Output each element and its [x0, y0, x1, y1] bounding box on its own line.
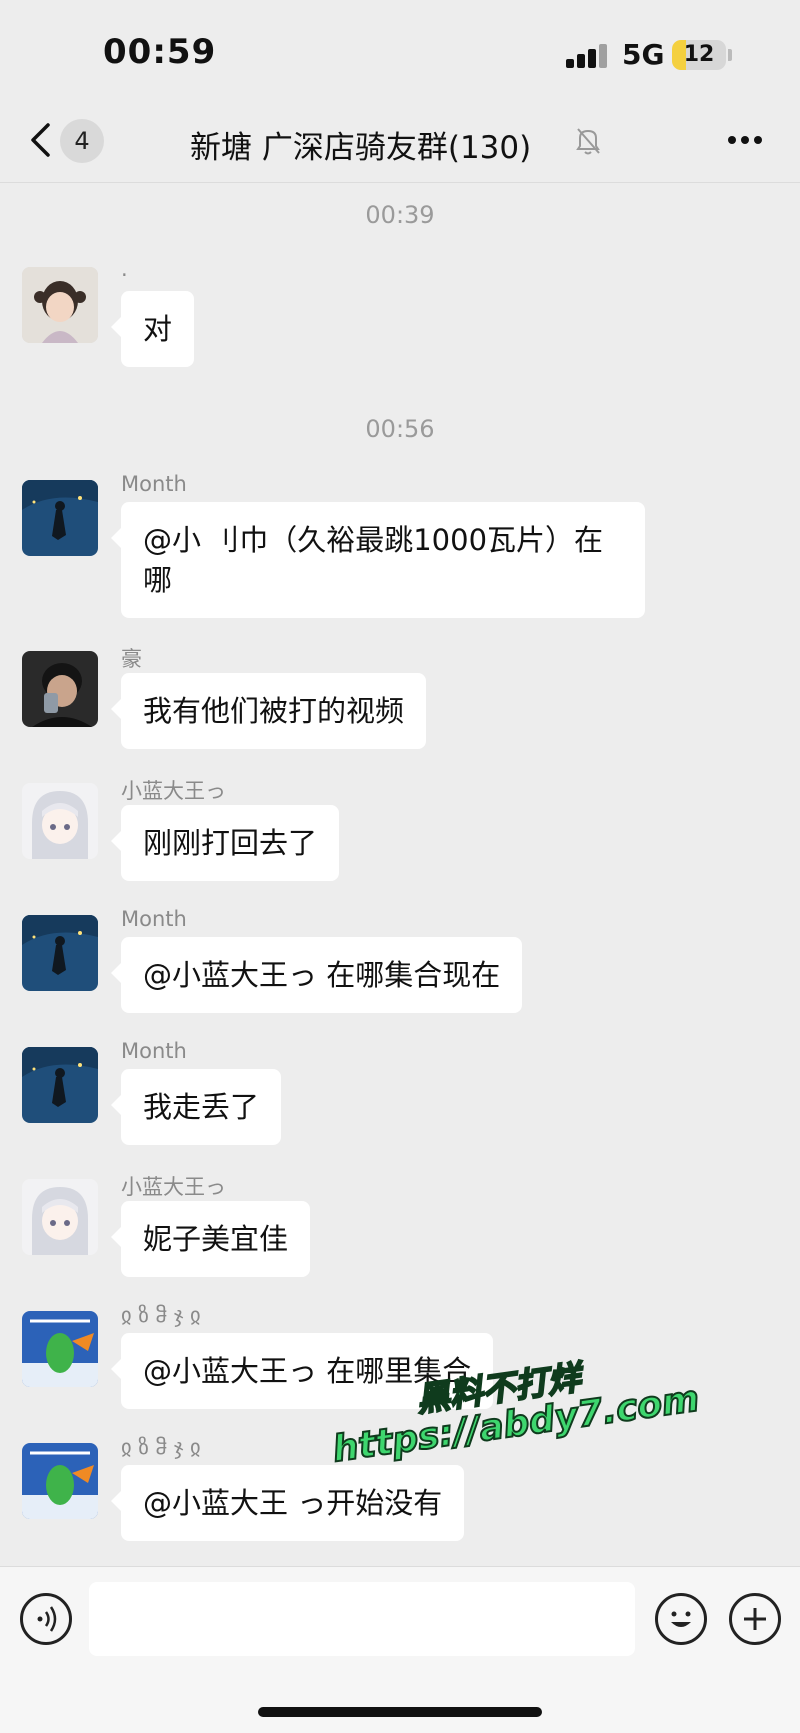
message-bubble[interactable]: 妮子美宜佳	[110, 1201, 311, 1277]
unread-count-badge[interactable]: 4	[60, 119, 104, 163]
sender-name: 豪	[121, 647, 142, 671]
message-bubble[interactable]: @小蓝大王っ 在哪里集合	[110, 1333, 494, 1409]
message-bubble[interactable]: @小蓝大王 っ开始没有	[110, 1465, 465, 1541]
emoji-icon[interactable]	[655, 1593, 707, 1645]
input-bar	[0, 1566, 800, 1733]
avatar[interactable]	[22, 480, 98, 556]
avatar[interactable]	[22, 651, 98, 727]
sender-name: ჲ ზ ჵ ჯ ჲ	[121, 1303, 201, 1327]
message-list[interactable]: 00:39 . 对 00:56 Month @小 刂巾（久裕最跳1000瓦片）在…	[0, 183, 800, 1563]
status-bar: 00:59 5G 12	[0, 0, 800, 100]
timestamp: 00:56	[365, 415, 435, 443]
message-bubble[interactable]: 我走丢了	[110, 1069, 282, 1145]
plus-icon[interactable]	[729, 1593, 781, 1645]
message-bubble[interactable]: 我有他们被打的视频	[110, 673, 427, 749]
sender-name: Month	[121, 1039, 187, 1063]
bell-off-icon	[576, 128, 600, 155]
message-bubble[interactable]: @小 刂巾（久裕最跳1000瓦片）在哪	[111, 502, 645, 618]
timestamp: 00:39	[365, 201, 435, 229]
avatar[interactable]	[22, 1311, 98, 1387]
sender-name: ჲ ზ ჵ ჯ ჲ	[121, 1435, 201, 1459]
avatar[interactable]	[22, 1047, 98, 1123]
sender-name: Month	[121, 472, 187, 496]
avatar[interactable]	[22, 1443, 98, 1519]
home-indicator	[258, 1707, 542, 1717]
avatar[interactable]	[22, 1179, 98, 1255]
message-bubble[interactable]: @小蓝大王っ 在哪集合现在	[110, 937, 523, 1013]
message-bubble[interactable]: 刚刚打回去了	[110, 805, 340, 881]
avatar[interactable]	[22, 783, 98, 859]
chat-header: 4 新塘 广深店骑友群(130)	[0, 100, 800, 183]
battery-level: 12	[683, 42, 715, 67]
sender-name: 小蓝大王っ	[121, 1175, 226, 1199]
avatar[interactable]	[22, 915, 98, 991]
sender-name: 小蓝大王っ	[121, 779, 226, 803]
avatar[interactable]	[22, 267, 98, 343]
battery-tip	[728, 49, 732, 61]
message-bubble[interactable]: 对	[110, 291, 195, 367]
message-input[interactable]	[89, 1582, 635, 1656]
signal-icon	[566, 44, 610, 68]
battery-icon: 12	[672, 40, 726, 70]
sender-name: Month	[121, 907, 187, 931]
chevron-left-icon[interactable]	[28, 122, 54, 158]
voice-icon[interactable]	[20, 1593, 72, 1645]
chat-title[interactable]: 新塘 广深店骑友群(130)	[190, 122, 531, 167]
sender-name: .	[121, 257, 128, 281]
status-time: 00:59	[103, 32, 217, 72]
network-type: 5G	[622, 38, 665, 71]
more-icon[interactable]	[728, 136, 764, 146]
